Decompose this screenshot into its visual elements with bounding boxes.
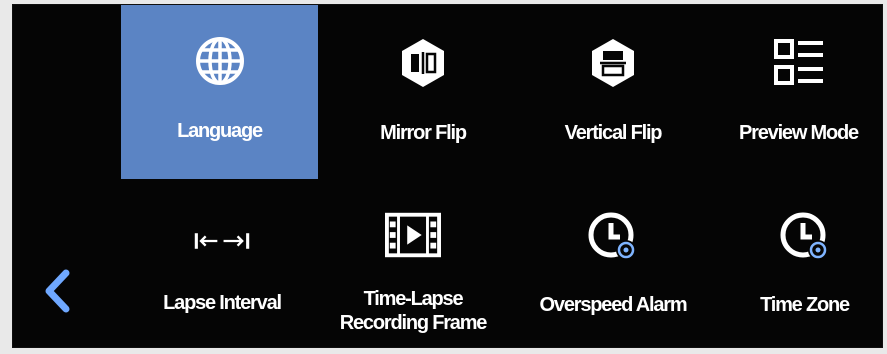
menu-item-label: Language xyxy=(177,120,263,142)
mirror-flip-icon xyxy=(395,35,451,91)
menu-item-vertical-flip[interactable]: Vertical Flip xyxy=(523,5,703,179)
menu-item-label: Vertical Flip xyxy=(564,122,663,144)
menu-item-label: Mirror Flip xyxy=(380,122,467,144)
menu-item-time-zone[interactable]: Time Zone xyxy=(725,195,882,345)
back-button[interactable] xyxy=(37,267,77,315)
clock-alarm-icon xyxy=(585,209,641,265)
globe-icon xyxy=(192,33,248,89)
menu-item-lapse-interval[interactable]: Lapse Interval xyxy=(133,195,311,345)
menu-item-mirror-flip[interactable]: Mirror Flip xyxy=(333,5,513,179)
menu-item-label: Time-Lapse Recording Frame xyxy=(339,288,488,334)
menu-item-label: Preview Mode xyxy=(739,122,859,144)
clock-zone-icon xyxy=(777,209,833,265)
interval-arrows-icon xyxy=(194,213,250,269)
menu-item-label: Lapse Interval xyxy=(163,292,282,314)
menu-item-overspeed-alarm[interactable]: Overspeed Alarm xyxy=(513,195,713,345)
menu-item-label: Time Zone xyxy=(760,294,850,316)
menu-item-time-lapse-recording-frame[interactable]: Time-Lapse Recording Frame xyxy=(318,195,508,347)
menu-item-preview-mode[interactable]: Preview Mode xyxy=(713,5,882,179)
settings-screen: Language Mirror Flip Vertical Flip Previ… xyxy=(12,4,883,348)
vertical-flip-icon xyxy=(585,35,641,91)
menu-item-label: Overspeed Alarm xyxy=(539,294,688,316)
chevron-left-icon xyxy=(43,269,71,313)
film-frame-icon xyxy=(385,207,441,263)
menu-item-language[interactable]: Language xyxy=(121,5,318,179)
list-view-icon xyxy=(771,35,827,91)
